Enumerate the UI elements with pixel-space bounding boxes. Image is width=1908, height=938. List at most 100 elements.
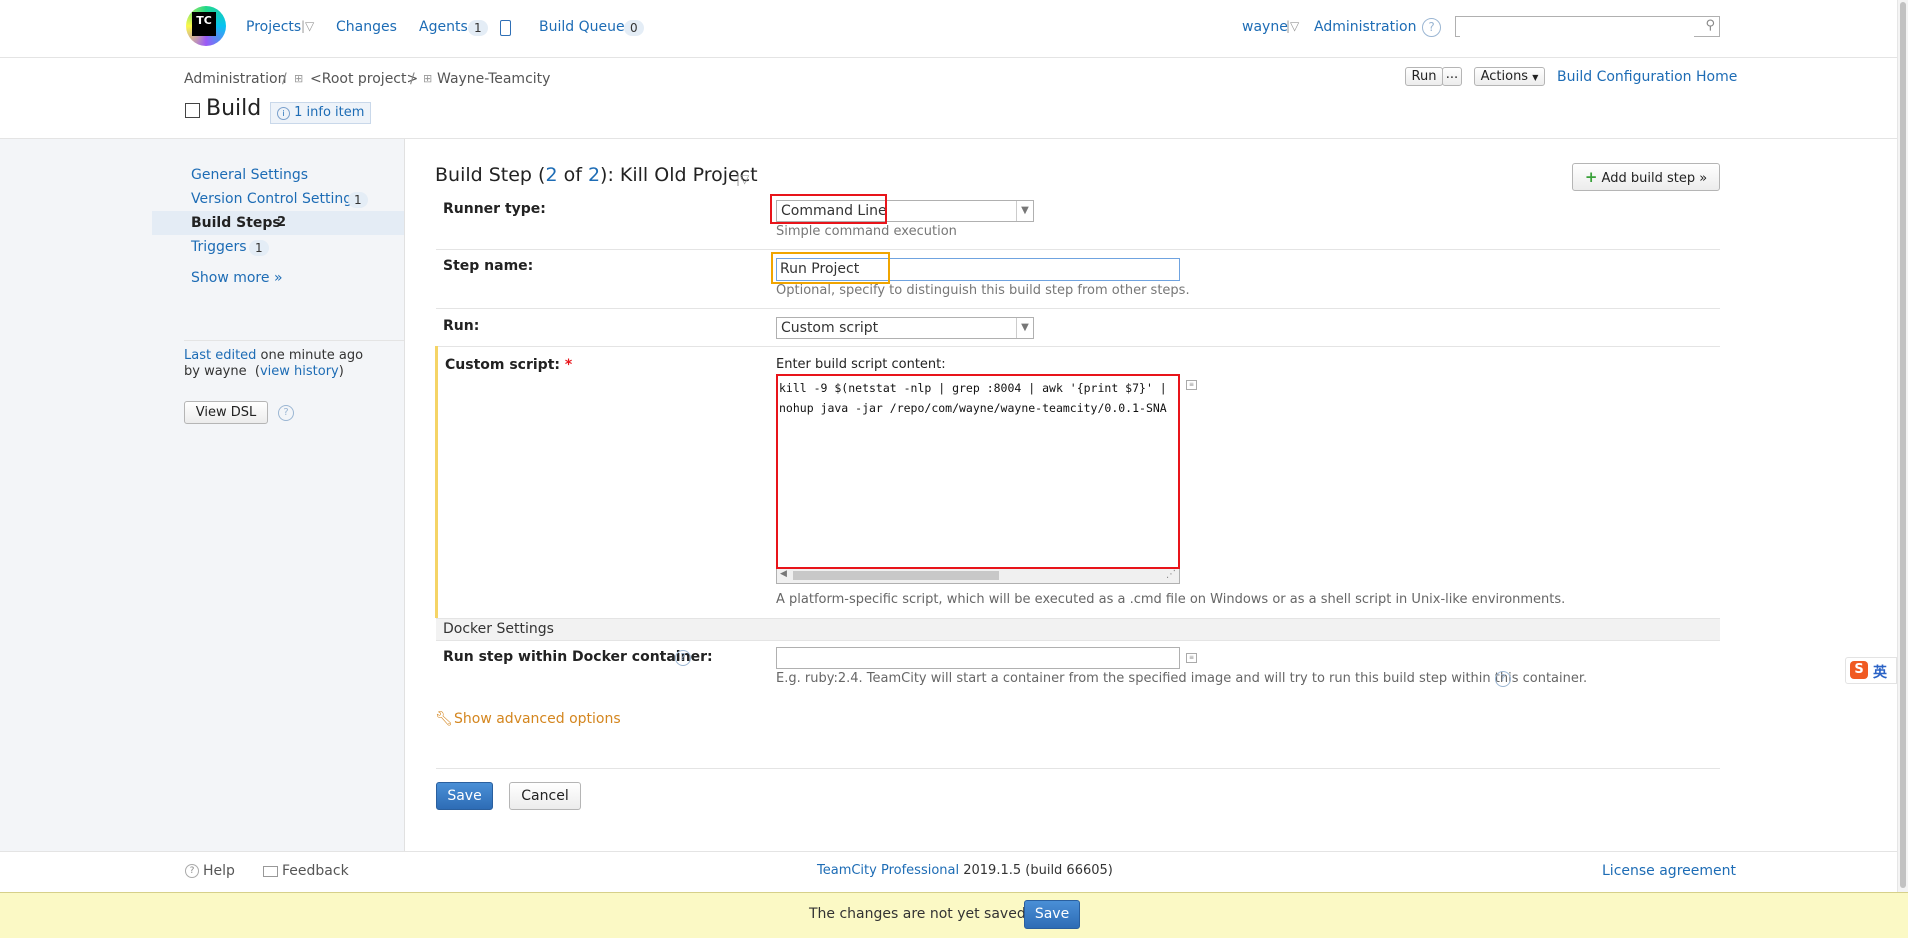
- resize-handle-icon[interactable]: ⋰: [1166, 569, 1176, 580]
- help-icon[interactable]: ?: [278, 405, 294, 421]
- last-edited-time: one minute ago: [256, 348, 364, 363]
- scrollbar-thumb[interactable]: [793, 571, 999, 580]
- build-config-icon: [185, 103, 200, 118]
- horizontal-scrollbar[interactable]: ◀ ⋰: [777, 568, 1179, 583]
- actions-label: Actions: [1480, 69, 1529, 84]
- step-name-highlight: [771, 252, 890, 284]
- nav-administration[interactable]: Administration: [1314, 19, 1416, 35]
- nav-build-queue[interactable]: Build Queue: [539, 19, 625, 35]
- unsaved-changes-message: The changes are not yet saved.: [809, 906, 1031, 922]
- agent-device-icon[interactable]: [500, 20, 511, 36]
- script-caption: Enter build script content:: [776, 357, 946, 372]
- docker-container-input[interactable]: [776, 647, 1180, 669]
- sidebar-show-more[interactable]: Show more »: [191, 270, 283, 286]
- run-select[interactable]: Custom script ▼: [776, 317, 1034, 339]
- required-marker: *: [564, 357, 573, 373]
- docker-container-label: Run step within Docker container:: [443, 649, 713, 665]
- run-more-label: ...: [1445, 67, 1459, 82]
- add-build-step-button[interactable]: + Add build step »: [1572, 163, 1720, 191]
- breadcrumb-root-project[interactable]: <Root project>: [310, 71, 418, 87]
- run-label: Run:: [443, 318, 480, 334]
- view-history-link[interactable]: view history: [260, 364, 339, 379]
- step-total: 2: [587, 164, 601, 186]
- chevron-down-icon: ▼: [1016, 318, 1033, 338]
- step-index: 2: [545, 164, 558, 186]
- save-button[interactable]: Save: [436, 782, 493, 810]
- expand-editor-icon[interactable]: ≡: [1186, 653, 1197, 663]
- sidebar-item-general-settings[interactable]: General Settings: [191, 167, 308, 183]
- build-queue-count-badge: 0: [624, 20, 644, 36]
- custom-script-label-text: Custom script:: [445, 357, 560, 373]
- sidebar-item-version-control-settings[interactable]: Version Control Settings: [191, 191, 359, 207]
- sidebar-item-count: 1: [348, 192, 368, 208]
- footer-help-link[interactable]: Help: [203, 863, 235, 879]
- docker-container-hint: E.g. ruby:2.4. TeamCity will start a con…: [776, 671, 1588, 686]
- run-custom-button[interactable]: ...: [1442, 67, 1462, 86]
- last-edited-link[interactable]: Last edited: [184, 348, 256, 363]
- nav-agents[interactable]: Agents: [419, 19, 468, 35]
- search-input[interactable]: ⚲: [1455, 16, 1720, 37]
- expand-editor-icon[interactable]: ≡: [1186, 380, 1197, 390]
- footer-version: TeamCity Professional 2019.1.5 (build 66…: [817, 863, 1113, 878]
- runner-type-label: Runner type:: [443, 201, 546, 217]
- actions-button[interactable]: Actions ▼: [1474, 67, 1545, 86]
- page-scrollbar[interactable]: [1897, 0, 1908, 892]
- scrollbar-thumb[interactable]: [1900, 2, 1906, 888]
- step-name-hint: Optional, specify to distinguish this bu…: [776, 283, 1190, 298]
- help-icon[interactable]: ?: [675, 650, 691, 666]
- help-icon[interactable]: ?: [1422, 18, 1441, 37]
- chevron-down-icon: ▼: [1532, 73, 1539, 82]
- license-agreement-link[interactable]: License agreement: [1602, 863, 1736, 879]
- breadcrumb-administration[interactable]: Administration: [184, 71, 286, 87]
- row-divider: [436, 346, 1720, 347]
- breadcrumb-separator: /: [282, 71, 287, 87]
- scroll-left-icon[interactable]: ◀: [780, 569, 787, 579]
- projects-dropdown-icon[interactable]: |▽: [301, 19, 314, 33]
- breadcrumb-project-icon: ⊞: [423, 72, 433, 85]
- sidebar-item-count: 1: [249, 240, 269, 256]
- sidebar-item-build-steps[interactable]: Build Steps: [191, 215, 281, 231]
- run-button[interactable]: Run: [1405, 67, 1443, 86]
- unsaved-save-button[interactable]: Save: [1024, 900, 1080, 929]
- user-menu[interactable]: wayne: [1242, 19, 1288, 35]
- build-configuration-home-link[interactable]: Build Configuration Home: [1557, 69, 1737, 85]
- help-icon: ?: [185, 864, 199, 878]
- search-icon[interactable]: ⚲: [1705, 18, 1715, 33]
- step-name-label: Step name:: [443, 258, 534, 274]
- search-field[interactable]: [1460, 18, 1694, 37]
- ime-toolbar[interactable]: S 英: [1845, 657, 1897, 684]
- runner-type-highlight: [770, 194, 887, 224]
- ime-mode-label: 英: [1873, 665, 1887, 681]
- step-title-suffix: ): Kill Old Project: [600, 164, 758, 186]
- step-menu-dropdown-icon[interactable]: |▽: [736, 172, 749, 186]
- nav-projects[interactable]: Projects: [246, 19, 301, 35]
- cancel-button[interactable]: Cancel: [509, 782, 581, 810]
- chevron-down-icon: ▼: [1016, 201, 1033, 221]
- breadcrumb-separator: /: [410, 71, 415, 87]
- footer-feedback-link[interactable]: Feedback: [282, 863, 349, 879]
- info-icon: i: [277, 107, 290, 120]
- user-dropdown-icon[interactable]: |▽: [1286, 19, 1299, 33]
- teamcity-professional-link[interactable]: TeamCity Professional: [817, 863, 959, 878]
- show-advanced-options-link[interactable]: Show advanced options: [454, 711, 621, 727]
- view-dsl-button[interactable]: View DSL: [184, 401, 268, 424]
- plus-icon: +: [1584, 168, 1598, 186]
- last-edited-by: by wayne: [184, 364, 247, 379]
- wrench-icon: 🔧︎: [435, 711, 453, 727]
- step-of: of: [557, 164, 588, 186]
- breadcrumb-project-icon: ⊞: [294, 72, 304, 85]
- envelope-icon: [263, 866, 278, 877]
- sidebar-item-triggers[interactable]: Triggers: [191, 239, 247, 255]
- nav-changes[interactable]: Changes: [336, 19, 397, 35]
- teamcity-logo[interactable]: TC: [186, 6, 226, 46]
- custom-script-label: Custom script: *: [445, 357, 572, 373]
- unsaved-save-label: Save: [1034, 906, 1070, 922]
- info-item-badge[interactable]: i 1 info item: [270, 102, 372, 124]
- help-icon[interactable]: ?: [1495, 671, 1511, 687]
- add-build-step-label: Add build step »: [1601, 171, 1708, 186]
- breadcrumb-wayne-teamcity[interactable]: Wayne-Teamcity: [437, 71, 550, 87]
- footer-divider: [0, 851, 1908, 852]
- sidebar-item-count: 2: [277, 215, 287, 230]
- docker-settings-section-header: Docker Settings: [436, 618, 1720, 641]
- docker-settings-title: Docker Settings: [443, 621, 554, 637]
